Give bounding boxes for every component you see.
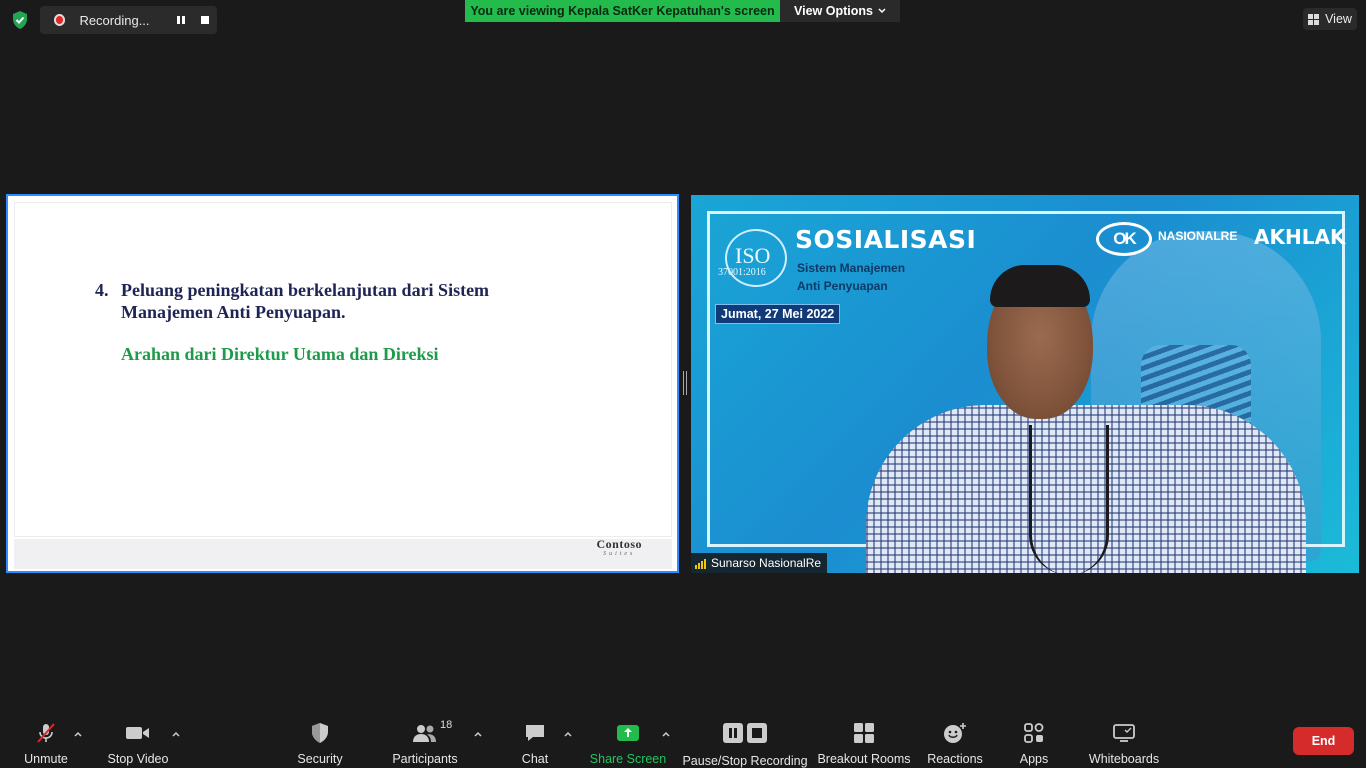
view-options-button[interactable]: View Options <box>780 0 900 22</box>
breakout-rooms-button[interactable]: Breakout Rooms <box>817 712 911 768</box>
unmute-button[interactable]: Unmute <box>20 712 72 768</box>
participants-icon: 18 <box>412 719 452 746</box>
reactions-button[interactable]: Reactions <box>926 712 984 768</box>
slide-item-number: 4. <box>95 280 109 300</box>
stop-icon <box>200 16 209 24</box>
security-button[interactable]: Security <box>294 712 346 768</box>
participant-name-tag: Sunarso NasionalRe <box>691 553 828 573</box>
breakout-rooms-label: Breakout Rooms <box>817 752 911 766</box>
video-camera-icon <box>125 720 151 746</box>
view-options-label: View Options <box>794 4 873 18</box>
stop-recording-button[interactable] <box>193 6 217 34</box>
stop-recording-icon <box>747 723 767 743</box>
chat-button[interactable]: Chat <box>515 712 555 768</box>
chat-label: Chat <box>521 752 549 766</box>
recording-indicator: Recording... <box>40 6 217 34</box>
stop-video-button[interactable]: Stop Video <box>106 712 170 768</box>
background-title: SOSIALISASI <box>795 225 977 254</box>
ok-logo: OK <box>1096 222 1152 256</box>
share-screen-button[interactable]: Share Screen <box>589 712 667 768</box>
split-divider-handle[interactable] <box>683 371 687 395</box>
security-shield-icon <box>310 720 330 746</box>
apps-icon <box>1023 720 1045 746</box>
slide-footer: Contoso Suites <box>14 537 672 569</box>
whiteboard-icon <box>1112 720 1136 746</box>
unmute-label: Unmute <box>24 752 68 766</box>
participants-count: 18 <box>440 719 453 731</box>
viewing-screen-banner: You are viewing Kepala SatKer Kepatuhan'… <box>465 0 780 22</box>
pause-recording-icon <box>723 723 743 743</box>
recording-label: Recording... <box>79 12 150 28</box>
encryption-shield-icon[interactable] <box>10 10 30 30</box>
iso-label: ISO <box>735 243 771 268</box>
background-date: Jumat, 27 Mei 2022 <box>715 304 841 324</box>
pause-icon <box>176 16 185 24</box>
reactions-label: Reactions <box>927 752 983 766</box>
participants-button[interactable]: 18 Participants <box>392 712 458 768</box>
apps-label: Apps <box>1019 752 1049 766</box>
grid-view-icon <box>1308 13 1320 25</box>
chevron-down-icon <box>878 8 886 14</box>
chat-bubble-icon <box>524 720 546 746</box>
view-label: View <box>1325 12 1352 26</box>
shared-screen[interactable]: 4. Peluang peningkatan berkelanjutan dar… <box>6 194 679 573</box>
audio-options-chevron-icon[interactable] <box>72 728 84 740</box>
apps-button[interactable]: Apps <box>1014 712 1054 768</box>
contoso-logo: Contoso Suites <box>596 537 642 557</box>
contoso-name: Contoso <box>596 537 642 551</box>
pause-recording-button[interactable] <box>169 6 193 34</box>
pause-stop-recording-button[interactable]: Pause/Stop Recording <box>682 712 808 768</box>
iso-number: 37001:2016 <box>718 267 766 278</box>
share-screen-label: Share Screen <box>589 752 667 766</box>
background-subtitle-1: Sistem Manajemen <box>797 261 906 275</box>
breakout-rooms-icon <box>853 720 875 746</box>
akhlak-logo: AKHLAK <box>1254 225 1346 249</box>
background-subtitle-2: Anti Penyuapan <box>797 279 888 293</box>
record-icon <box>54 14 66 26</box>
person-lanyard <box>1029 425 1109 573</box>
slide-heading-line1: Peluang peningkatan berkelanjutan dari S… <box>121 280 490 300</box>
stop-video-label: Stop Video <box>107 752 169 766</box>
reactions-icon <box>943 720 967 746</box>
whiteboards-button[interactable]: Whiteboards <box>1086 712 1162 768</box>
signal-bars-icon <box>695 558 706 569</box>
person-hair <box>990 265 1090 307</box>
end-meeting-button[interactable]: End <box>1293 727 1354 755</box>
slide-content: 4. Peluang peningkatan berkelanjutan dar… <box>14 202 672 537</box>
whiteboards-label: Whiteboards <box>1088 752 1160 766</box>
microphone-muted-icon <box>34 720 58 746</box>
participant-video[interactable]: ISO 37001:2016 SOSIALISASI Sistem Manaje… <box>691 195 1359 573</box>
slide-heading-line2: Manajemen Anti Penyuapan. <box>121 302 346 322</box>
video-options-chevron-icon[interactable] <box>170 728 182 740</box>
slide-subheading: Arahan dari Direktur Utama dan Direksi <box>121 344 439 364</box>
meeting-toolbar: Unmute Stop Video Security 18 Participan… <box>0 712 1366 768</box>
participant-name: Sunarso NasionalRe <box>711 556 822 570</box>
contoso-sub: Suites <box>603 551 636 557</box>
participants-label: Participants <box>392 752 458 766</box>
chat-options-chevron-icon[interactable] <box>562 728 574 740</box>
pause-stop-recording-label: Pause/Stop Recording <box>682 754 808 768</box>
nasionalre-logo: NASIONALRE <box>1158 229 1238 243</box>
share-screen-icon <box>616 720 640 746</box>
view-button[interactable]: View <box>1303 8 1357 30</box>
security-label: Security <box>297 752 343 766</box>
share-options-chevron-icon[interactable] <box>660 728 672 740</box>
participants-options-chevron-icon[interactable] <box>472 728 484 740</box>
